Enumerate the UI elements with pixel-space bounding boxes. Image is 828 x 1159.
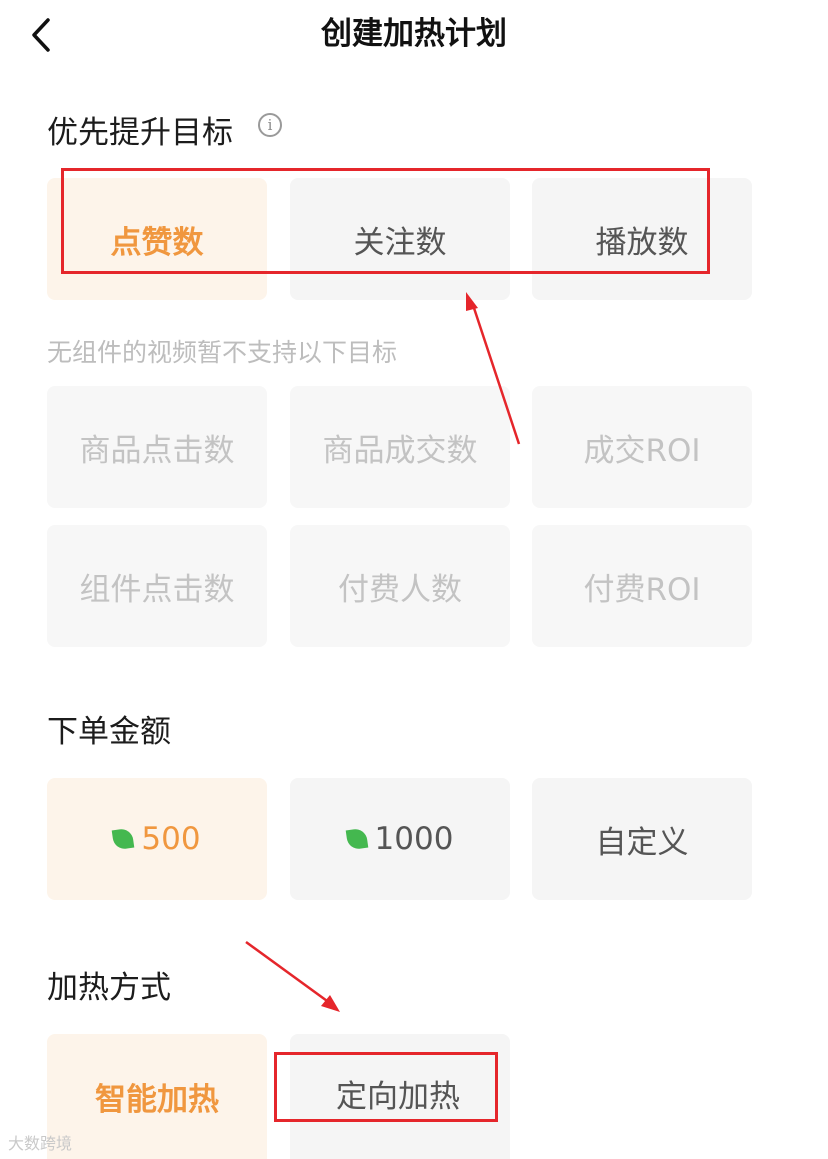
watermark: 大数跨境 [8, 1130, 72, 1154]
annotation-arrow [245, 940, 340, 1012]
annotation-arrow [466, 292, 521, 445]
annotation-arrows [245, 292, 521, 1012]
watermark-text: 大数跨境 [8, 1134, 73, 1153]
